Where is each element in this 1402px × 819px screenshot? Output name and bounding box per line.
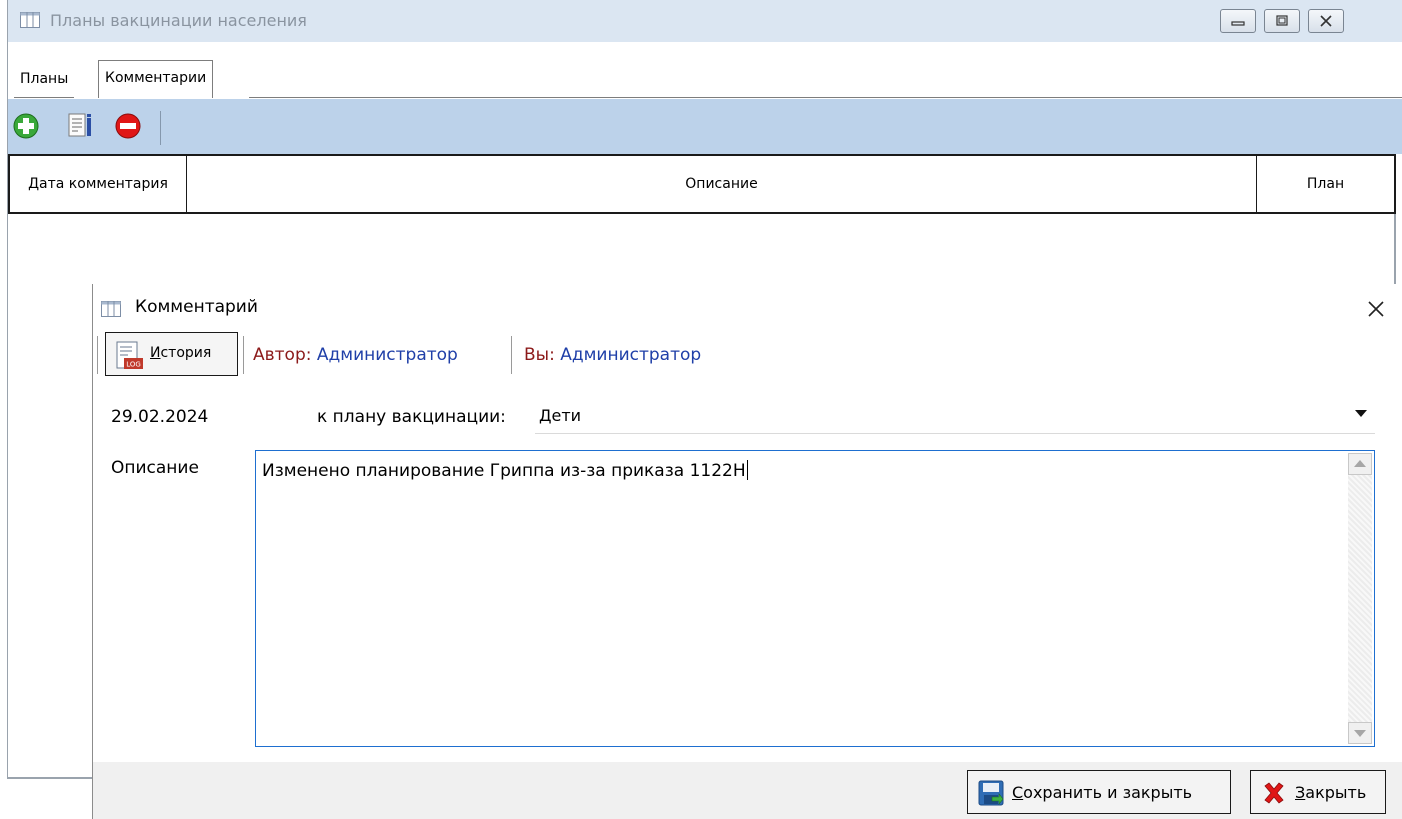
column-header-date[interactable]: Дата комментария — [10, 156, 187, 212]
close-button[interactable]: Закрыть — [1250, 770, 1386, 814]
plan-label: к плану вакцинации: — [317, 407, 506, 427]
dialog-body: LOG История Автор: Администратор Вы: Адм… — [93, 332, 1402, 762]
description-label: Описание — [111, 458, 199, 478]
save-icon — [978, 780, 1004, 806]
maximize-button[interactable] — [1264, 9, 1300, 33]
scroll-down-button[interactable] — [1348, 722, 1372, 744]
comment-dialog: Комментарий LOG История Автор: Администр… — [92, 284, 1402, 819]
svg-text:LOG: LOG — [126, 361, 141, 369]
comment-date: 29.02.2024 — [111, 407, 209, 427]
close-icon[interactable] — [1362, 295, 1390, 323]
minimize-icon — [1231, 21, 1245, 26]
tab-strip: Планы Комментарии — [8, 42, 1402, 99]
tab-divider — [249, 97, 1402, 98]
tab-plans[interactable]: Планы — [14, 62, 75, 98]
close-window-button[interactable] — [1308, 9, 1344, 33]
red-x-icon — [1264, 782, 1284, 804]
delete-icon[interactable] — [114, 112, 142, 140]
description-text: Изменено планирование Гриппа из-за прика… — [262, 460, 748, 481]
edit-icon[interactable] — [66, 112, 94, 140]
separator — [243, 336, 244, 374]
close-icon — [1320, 15, 1332, 27]
main-titlebar: Планы вакцинации населения — [8, 0, 1402, 42]
separator — [97, 336, 98, 374]
dialog-title: Комментарий — [135, 297, 258, 317]
text-caret — [746, 460, 748, 480]
tab-comments[interactable]: Комментарии — [98, 60, 214, 98]
log-icon: LOG — [116, 341, 143, 369]
separator — [511, 336, 512, 374]
save-and-close-button[interactable]: Сохранить и закрыть — [967, 770, 1231, 814]
scroll-up-button[interactable] — [1348, 453, 1372, 475]
grid-header: Дата комментария Описание План — [8, 154, 1396, 214]
plan-select[interactable]: Дети — [535, 394, 1375, 434]
history-button[interactable]: LOG История — [105, 332, 238, 376]
save-and-close-label: Сохранить и закрыть — [1012, 783, 1193, 802]
close-label: Закрыть — [1295, 783, 1367, 802]
author-info: Автор: Администратор — [253, 345, 458, 365]
toolbar — [8, 99, 1402, 154]
table-icon — [101, 301, 121, 317]
vertical-scrollbar[interactable] — [1348, 453, 1372, 744]
current-user-info: Вы: Администратор — [524, 345, 702, 365]
main-window-title: Планы вакцинации населения — [50, 11, 307, 30]
column-header-plan[interactable]: План — [1257, 156, 1394, 212]
window-border-bottom — [7, 777, 97, 779]
table-icon — [20, 12, 40, 28]
description-textarea[interactable]: Изменено планирование Гриппа из-за прика… — [255, 450, 1375, 747]
history-label: История — [150, 345, 212, 361]
maximize-icon — [1276, 15, 1288, 26]
chevron-down-icon[interactable] — [1355, 410, 1367, 417]
grid-right-border — [1394, 214, 1396, 284]
add-icon[interactable] — [12, 112, 40, 140]
plan-select-value: Дети — [539, 406, 582, 425]
toolbar-separator — [160, 111, 161, 145]
column-header-description[interactable]: Описание — [187, 156, 1257, 212]
minimize-button[interactable] — [1220, 9, 1256, 33]
dialog-titlebar: Комментарий — [93, 284, 1402, 332]
